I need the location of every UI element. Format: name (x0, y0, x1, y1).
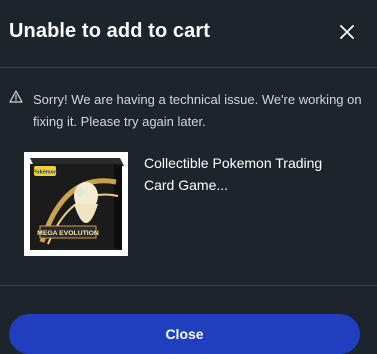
close-button[interactable]: Close (9, 314, 360, 354)
product-image: Pokémon MEGA EVOLUTION (24, 152, 128, 256)
modal-footer: Close (0, 285, 377, 354)
product-image-brand: Pokémon (33, 170, 58, 176)
product-image-label: MEGA EVOLUTION (37, 230, 99, 237)
product-name[interactable]: Collectible Pokemon Trading Card Game... (144, 152, 344, 196)
modal-header: Unable to add to cart (0, 0, 377, 68)
error-modal: Unable to add to cart Sorry! We are havi… (0, 0, 377, 354)
close-icon[interactable] (337, 22, 357, 42)
warning-message-text: Sorry! We are having a technical issue. … (33, 92, 362, 129)
warning-triangle-icon (9, 90, 23, 103)
modal-title: Unable to add to cart (9, 20, 211, 42)
product-item: Pokémon MEGA EVOLUTION Collectible Pokem… (24, 152, 354, 256)
